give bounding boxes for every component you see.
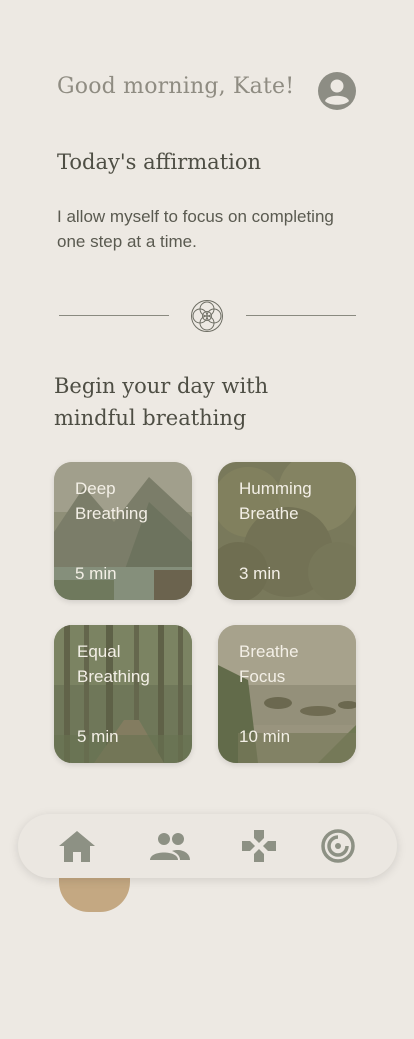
card-breathe-focus[interactable]: Breathe Focus 10 min — [218, 625, 356, 763]
home-icon — [59, 831, 95, 862]
affirmation-title: Today's affirmation — [57, 150, 262, 174]
nav-progress-button[interactable] — [318, 828, 358, 864]
card-title: Humming Breathe — [239, 479, 312, 523]
divider-left — [59, 315, 169, 316]
card-duration: 5 min — [75, 564, 117, 583]
card-equal-breathing[interactable]: Equal Breathing 5 min — [54, 625, 192, 763]
lotus-icon — [190, 299, 224, 333]
section-title: Begin your day with mindful breathing — [54, 374, 269, 430]
community-icon — [150, 833, 190, 860]
card-duration: 3 min — [239, 564, 281, 583]
progress-icon — [321, 829, 355, 863]
card-deep-breathing[interactable]: Deep Breathing 5 min — [54, 462, 192, 600]
affirmation-text: I allow myself to focus on completing on… — [57, 207, 334, 251]
card-duration: 10 min — [239, 727, 291, 746]
profile-avatar-icon[interactable] — [318, 72, 356, 110]
card-title: Breathe Focus — [239, 642, 299, 686]
nav-home-button[interactable] — [57, 828, 97, 864]
divider-right — [246, 315, 356, 316]
card-duration: 5 min — [77, 727, 119, 746]
games-icon — [242, 830, 276, 862]
card-humming-breathe[interactable]: Humming Breathe 3 min — [218, 462, 356, 600]
bottom-navbar — [18, 814, 397, 878]
card-title: Equal Breathing — [77, 642, 150, 686]
nav-community-button[interactable] — [150, 828, 190, 864]
card-title: Deep Breathing — [75, 479, 148, 523]
nav-games-button[interactable] — [239, 828, 279, 864]
greeting: Good morning, Kate! — [57, 74, 295, 99]
